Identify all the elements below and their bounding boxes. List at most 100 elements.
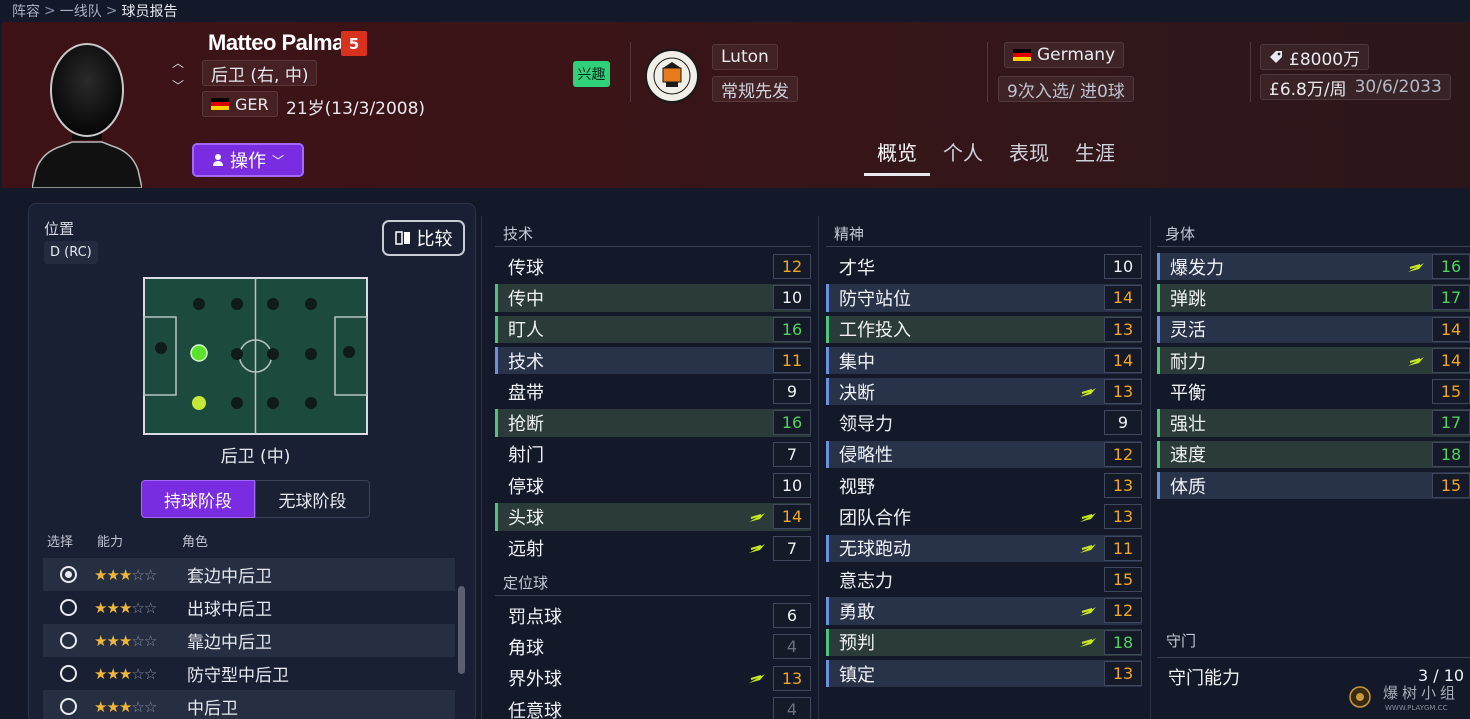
- chevron-up-icon[interactable]: ︿: [172, 54, 184, 71]
- physical-attribute-row[interactable]: 速度 18: [1157, 439, 1470, 470]
- attribute-value: 17: [1432, 410, 1470, 436]
- physical-attribute-row[interactable]: 爆发力 16: [1157, 251, 1470, 282]
- attribute-value: 14: [1432, 316, 1470, 342]
- star-rating-icon: ★★★☆☆: [94, 565, 157, 584]
- mental-attribute-row[interactable]: 集中 14: [826, 345, 1142, 376]
- role-row[interactable]: ★★★☆☆ 中后卫: [43, 690, 455, 719]
- breadcrumb-first-team[interactable]: 一线队: [60, 1, 102, 21]
- trend-up-arrow-icon: [749, 674, 765, 684]
- physical-attribute-row[interactable]: 灵活 14: [1157, 314, 1470, 345]
- technical-attribute-row[interactable]: 停球 10: [495, 470, 811, 501]
- attribute-value: 13: [1104, 379, 1142, 405]
- attribute-value: 11: [773, 347, 811, 373]
- attribute-value: 18: [1432, 441, 1470, 467]
- technical-attribute-row[interactable]: 头球 14: [495, 501, 811, 532]
- mental-attribute-row[interactable]: 侵略性 12: [826, 439, 1142, 470]
- breadcrumb-separator: >: [105, 3, 118, 19]
- position-pitch[interactable]: [143, 277, 368, 435]
- club-crest-icon[interactable]: [644, 48, 700, 104]
- attribute-name: 镇定: [839, 664, 875, 686]
- attribute-value: 17: [1432, 285, 1470, 311]
- club-name-chip[interactable]: Luton: [712, 44, 778, 70]
- divider: [818, 216, 819, 719]
- technical-attribute-row[interactable]: 远射 7: [495, 533, 811, 564]
- mental-attribute-row[interactable]: 领导力 9: [826, 407, 1142, 438]
- mental-attribute-row[interactable]: 防守站位 14: [826, 282, 1142, 313]
- attribute-name: 防守站位: [839, 288, 911, 310]
- header-select: 选择: [47, 535, 74, 550]
- mental-attribute-row[interactable]: 勇敢 12: [826, 595, 1142, 626]
- goalkeeping-section-title: 守门: [1166, 632, 1197, 650]
- physical-attribute-row[interactable]: 耐力 14: [1157, 345, 1470, 376]
- in-possession-button[interactable]: 持球阶段: [141, 480, 255, 518]
- mental-attribute-row[interactable]: 才华 10: [826, 251, 1142, 282]
- technical-attribute-row[interactable]: 射门 7: [495, 439, 811, 470]
- attribute-name: 停球: [508, 476, 544, 498]
- attribute-name: 强壮: [1170, 414, 1206, 436]
- physical-section-title: 身体: [1157, 217, 1470, 247]
- wage: £6.8万/周: [1269, 79, 1347, 100]
- international-nation-chip[interactable]: Germany: [1004, 42, 1125, 68]
- technical-attribute-row[interactable]: 技术 11: [495, 345, 811, 376]
- technical-attribute-row[interactable]: 传球 12: [495, 251, 811, 282]
- prev-next-player[interactable]: ︿ ﹀: [170, 54, 186, 94]
- attribute-name: 抢断: [508, 414, 544, 436]
- attribute-value: 7: [773, 441, 811, 467]
- technical-attribute-row[interactable]: 抢断 16: [495, 407, 811, 438]
- out-of-possession-button[interactable]: 无球阶段: [255, 480, 370, 518]
- physical-attribute-row[interactable]: 体质 15: [1157, 470, 1470, 501]
- role-radio[interactable]: [60, 566, 77, 583]
- technical-attribute-row[interactable]: 盯人 16: [495, 314, 811, 345]
- role-radio[interactable]: [60, 698, 77, 715]
- physical-attribute-row[interactable]: 强壮 17: [1157, 407, 1470, 438]
- set_pieces-attribute-row[interactable]: 界外球 13: [495, 663, 811, 694]
- attribute-value: 11: [1104, 535, 1142, 561]
- role-radio[interactable]: [60, 599, 77, 616]
- compare-button[interactable]: 比较: [382, 220, 465, 256]
- transfer-value: £8000万: [1289, 49, 1361, 70]
- role-row[interactable]: ★★★☆☆ 套边中后卫: [43, 558, 455, 591]
- mental-attribute-row[interactable]: 无球跑动 11: [826, 533, 1142, 564]
- germany-flag-icon: [1013, 49, 1031, 61]
- set-piece-attributes: 罚点球 6 角球 4 界外球 13 任意球 4: [495, 600, 811, 719]
- transfer-value-chip[interactable]: £8000万: [1260, 44, 1370, 70]
- role-list-scrollbar[interactable]: [458, 586, 465, 674]
- attribute-value: 10: [773, 473, 811, 499]
- physical-attribute-row[interactable]: 弹跳 17: [1157, 282, 1470, 313]
- chevron-down-icon[interactable]: ﹀: [172, 77, 184, 94]
- attribute-value: 15: [1432, 379, 1470, 405]
- technical-attribute-row[interactable]: 盘带 9: [495, 376, 811, 407]
- tab-performance[interactable]: 表现: [996, 132, 1062, 176]
- mental-attribute-row[interactable]: 镇定 13: [826, 658, 1142, 689]
- role-radio[interactable]: [60, 665, 77, 682]
- mental-attribute-row[interactable]: 团队合作 13: [826, 501, 1142, 532]
- nationality-chip[interactable]: GER: [202, 91, 278, 117]
- set_pieces-attribute-row[interactable]: 任意球 4: [495, 694, 811, 719]
- tab-career[interactable]: 生涯: [1062, 132, 1128, 176]
- mental-attribute-row[interactable]: 视野 13: [826, 470, 1142, 501]
- role-row[interactable]: ★★★☆☆ 防守型中后卫: [43, 657, 455, 690]
- role-row[interactable]: ★★★☆☆ 靠边中后卫: [43, 624, 455, 657]
- mental-attribute-row[interactable]: 预判 18: [826, 627, 1142, 658]
- compare-label: 比较: [416, 229, 453, 250]
- tab-overview[interactable]: 概览: [864, 132, 930, 176]
- set_pieces-attribute-row[interactable]: 角球 4: [495, 631, 811, 662]
- age-dob: 21岁(13/3/2008): [286, 99, 426, 119]
- role-row[interactable]: ★★★☆☆ 出球中后卫: [43, 591, 455, 624]
- actions-button[interactable]: 操作 ﹀: [192, 143, 304, 177]
- star-rating-icon: ★★★☆☆: [94, 631, 157, 650]
- set_pieces-attribute-row[interactable]: 罚点球 6: [495, 600, 811, 631]
- mental-attribute-row[interactable]: 意志力 15: [826, 564, 1142, 595]
- trend-up-arrow-icon: [1408, 262, 1424, 272]
- interest-badge[interactable]: 兴趣: [573, 61, 610, 87]
- caps-goals-chip: 9次入选/ 进0球: [998, 76, 1134, 102]
- trend-up-arrow-icon: [1080, 387, 1096, 397]
- physical-attribute-row[interactable]: 平衡 15: [1157, 376, 1470, 407]
- mental-attribute-row[interactable]: 工作投入 13: [826, 314, 1142, 345]
- mental-attribute-row[interactable]: 决断 13: [826, 376, 1142, 407]
- mental-section-title: 精神: [826, 217, 1142, 247]
- role-radio[interactable]: [60, 632, 77, 649]
- technical-attribute-row[interactable]: 传中 10: [495, 282, 811, 313]
- breadcrumb-squad[interactable]: 阵容: [12, 1, 40, 21]
- tab-personal[interactable]: 个人: [930, 132, 996, 176]
